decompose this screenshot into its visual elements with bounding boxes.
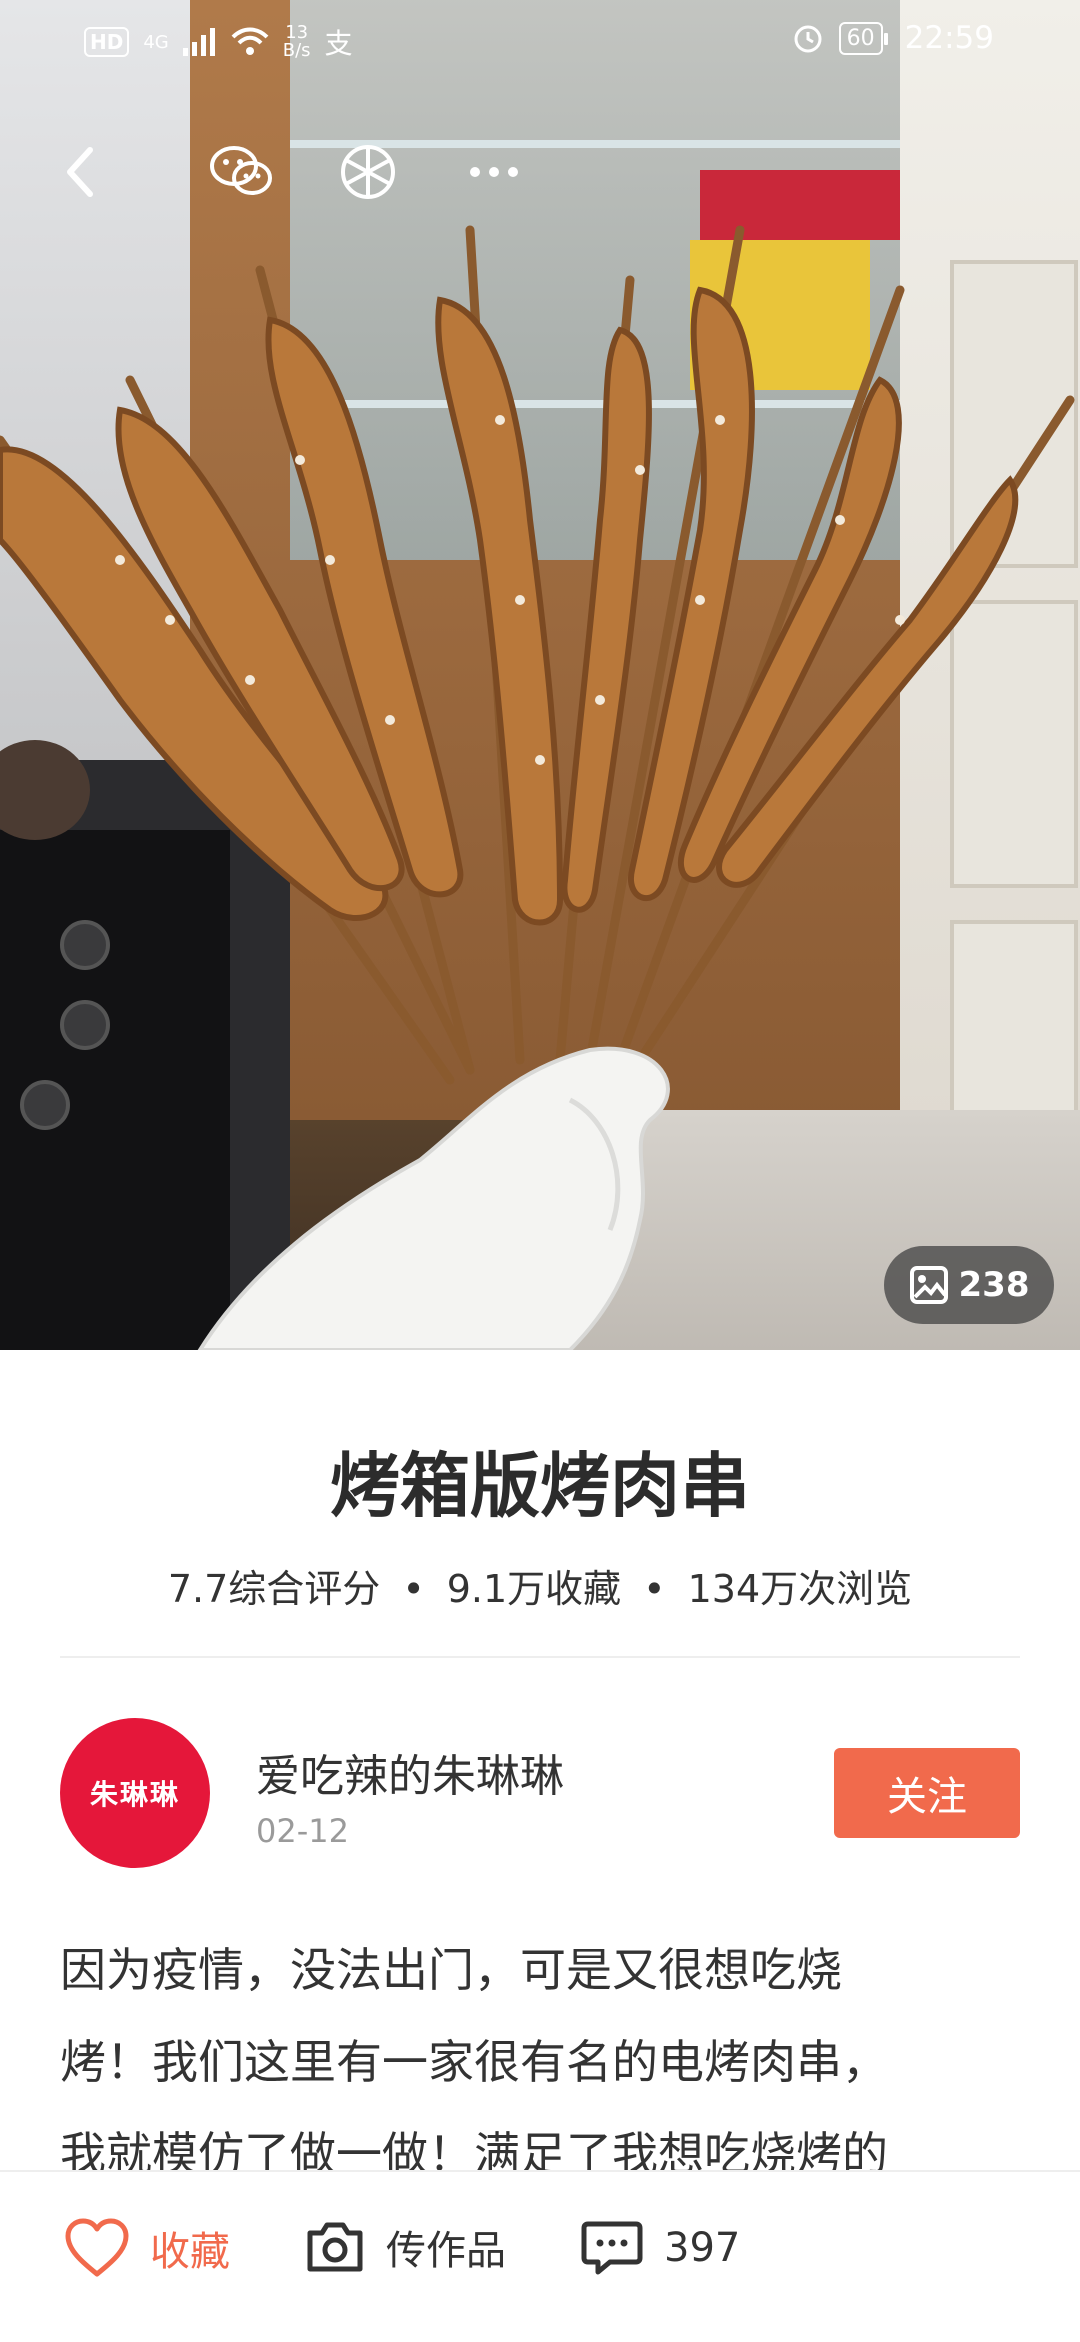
- wechat-icon[interactable]: [206, 136, 278, 208]
- author-name[interactable]: 爱吃辣的朱琳琳: [256, 1740, 564, 1804]
- recipe-title: 烤箱版烤肉串: [330, 1445, 750, 1527]
- battery-indicator: 60: [838, 21, 888, 55]
- comment-button[interactable]: 397: [580, 2218, 740, 2278]
- photo-count-badge[interactable]: 238: [884, 1246, 1054, 1324]
- clock: 22:59: [904, 20, 994, 56]
- description-line: 因为疫情，没法出门，可是又很想吃烧: [60, 1943, 842, 1997]
- wifi-icon: [231, 27, 269, 55]
- favorite-button[interactable]: 收藏: [64, 2218, 230, 2278]
- signal-icon: [182, 28, 215, 56]
- net-speed: 13 B/s: [282, 22, 311, 61]
- follow-button[interactable]: 关注: [834, 1748, 1020, 1838]
- upload-work-button[interactable]: 传作品: [304, 2218, 506, 2276]
- alipay-icon: 支: [324, 27, 353, 60]
- network-label: 4G: [143, 31, 169, 53]
- comment-icon: [581, 2221, 643, 2275]
- glove-hand-illustration: [197, 1046, 670, 1350]
- upload-label: 传作品: [386, 2228, 506, 2274]
- alarm-icon: [794, 25, 822, 53]
- wechat-moments-icon[interactable]: [332, 136, 404, 208]
- views-count: 134万次浏览: [687, 1567, 913, 1611]
- status-bar: HD 4G 13 B/s 支 60 22:59: [0, 0, 1080, 80]
- favorite-label: 收藏: [150, 2229, 230, 2275]
- publish-date: 02-12: [256, 1812, 349, 1850]
- description-line: 烤！我们这里有一家很有名的电烤肉串，: [60, 2035, 888, 2089]
- divider: [60, 1656, 1020, 1658]
- favorites-count: 9.1万收藏: [446, 1567, 622, 1611]
- comment-count: 397: [664, 2225, 741, 2271]
- bottom-action-bar: 收藏 传作品 397: [0, 2170, 1080, 2342]
- separator-dot: •: [643, 1567, 666, 1611]
- author-avatar[interactable]: 朱琳琳: [60, 1718, 210, 1868]
- image-icon: [909, 1266, 948, 1304]
- recipe-cover-photo[interactable]: HD 4G 13 B/s 支 60 22:59 238: [0, 0, 1080, 1350]
- camera-icon: [307, 2222, 363, 2272]
- recipe-description: 因为疫情，没法出门，可是又很想吃烧 烤！我们这里有一家很有名的电烤肉串， 我就模…: [60, 1924, 1020, 2200]
- separator-dot: •: [402, 1567, 425, 1611]
- heart-icon: [65, 2218, 129, 2277]
- photo-count: 238: [958, 1265, 1030, 1305]
- rating-text: 7.7综合评分: [167, 1567, 381, 1611]
- recipe-stats: 7.7综合评分 • 9.1万收藏 • 134万次浏览: [0, 1558, 1080, 1613]
- more-dots-icon[interactable]: [458, 136, 530, 208]
- back-arrow-icon[interactable]: [44, 136, 116, 208]
- hd-badge: HD: [84, 27, 130, 57]
